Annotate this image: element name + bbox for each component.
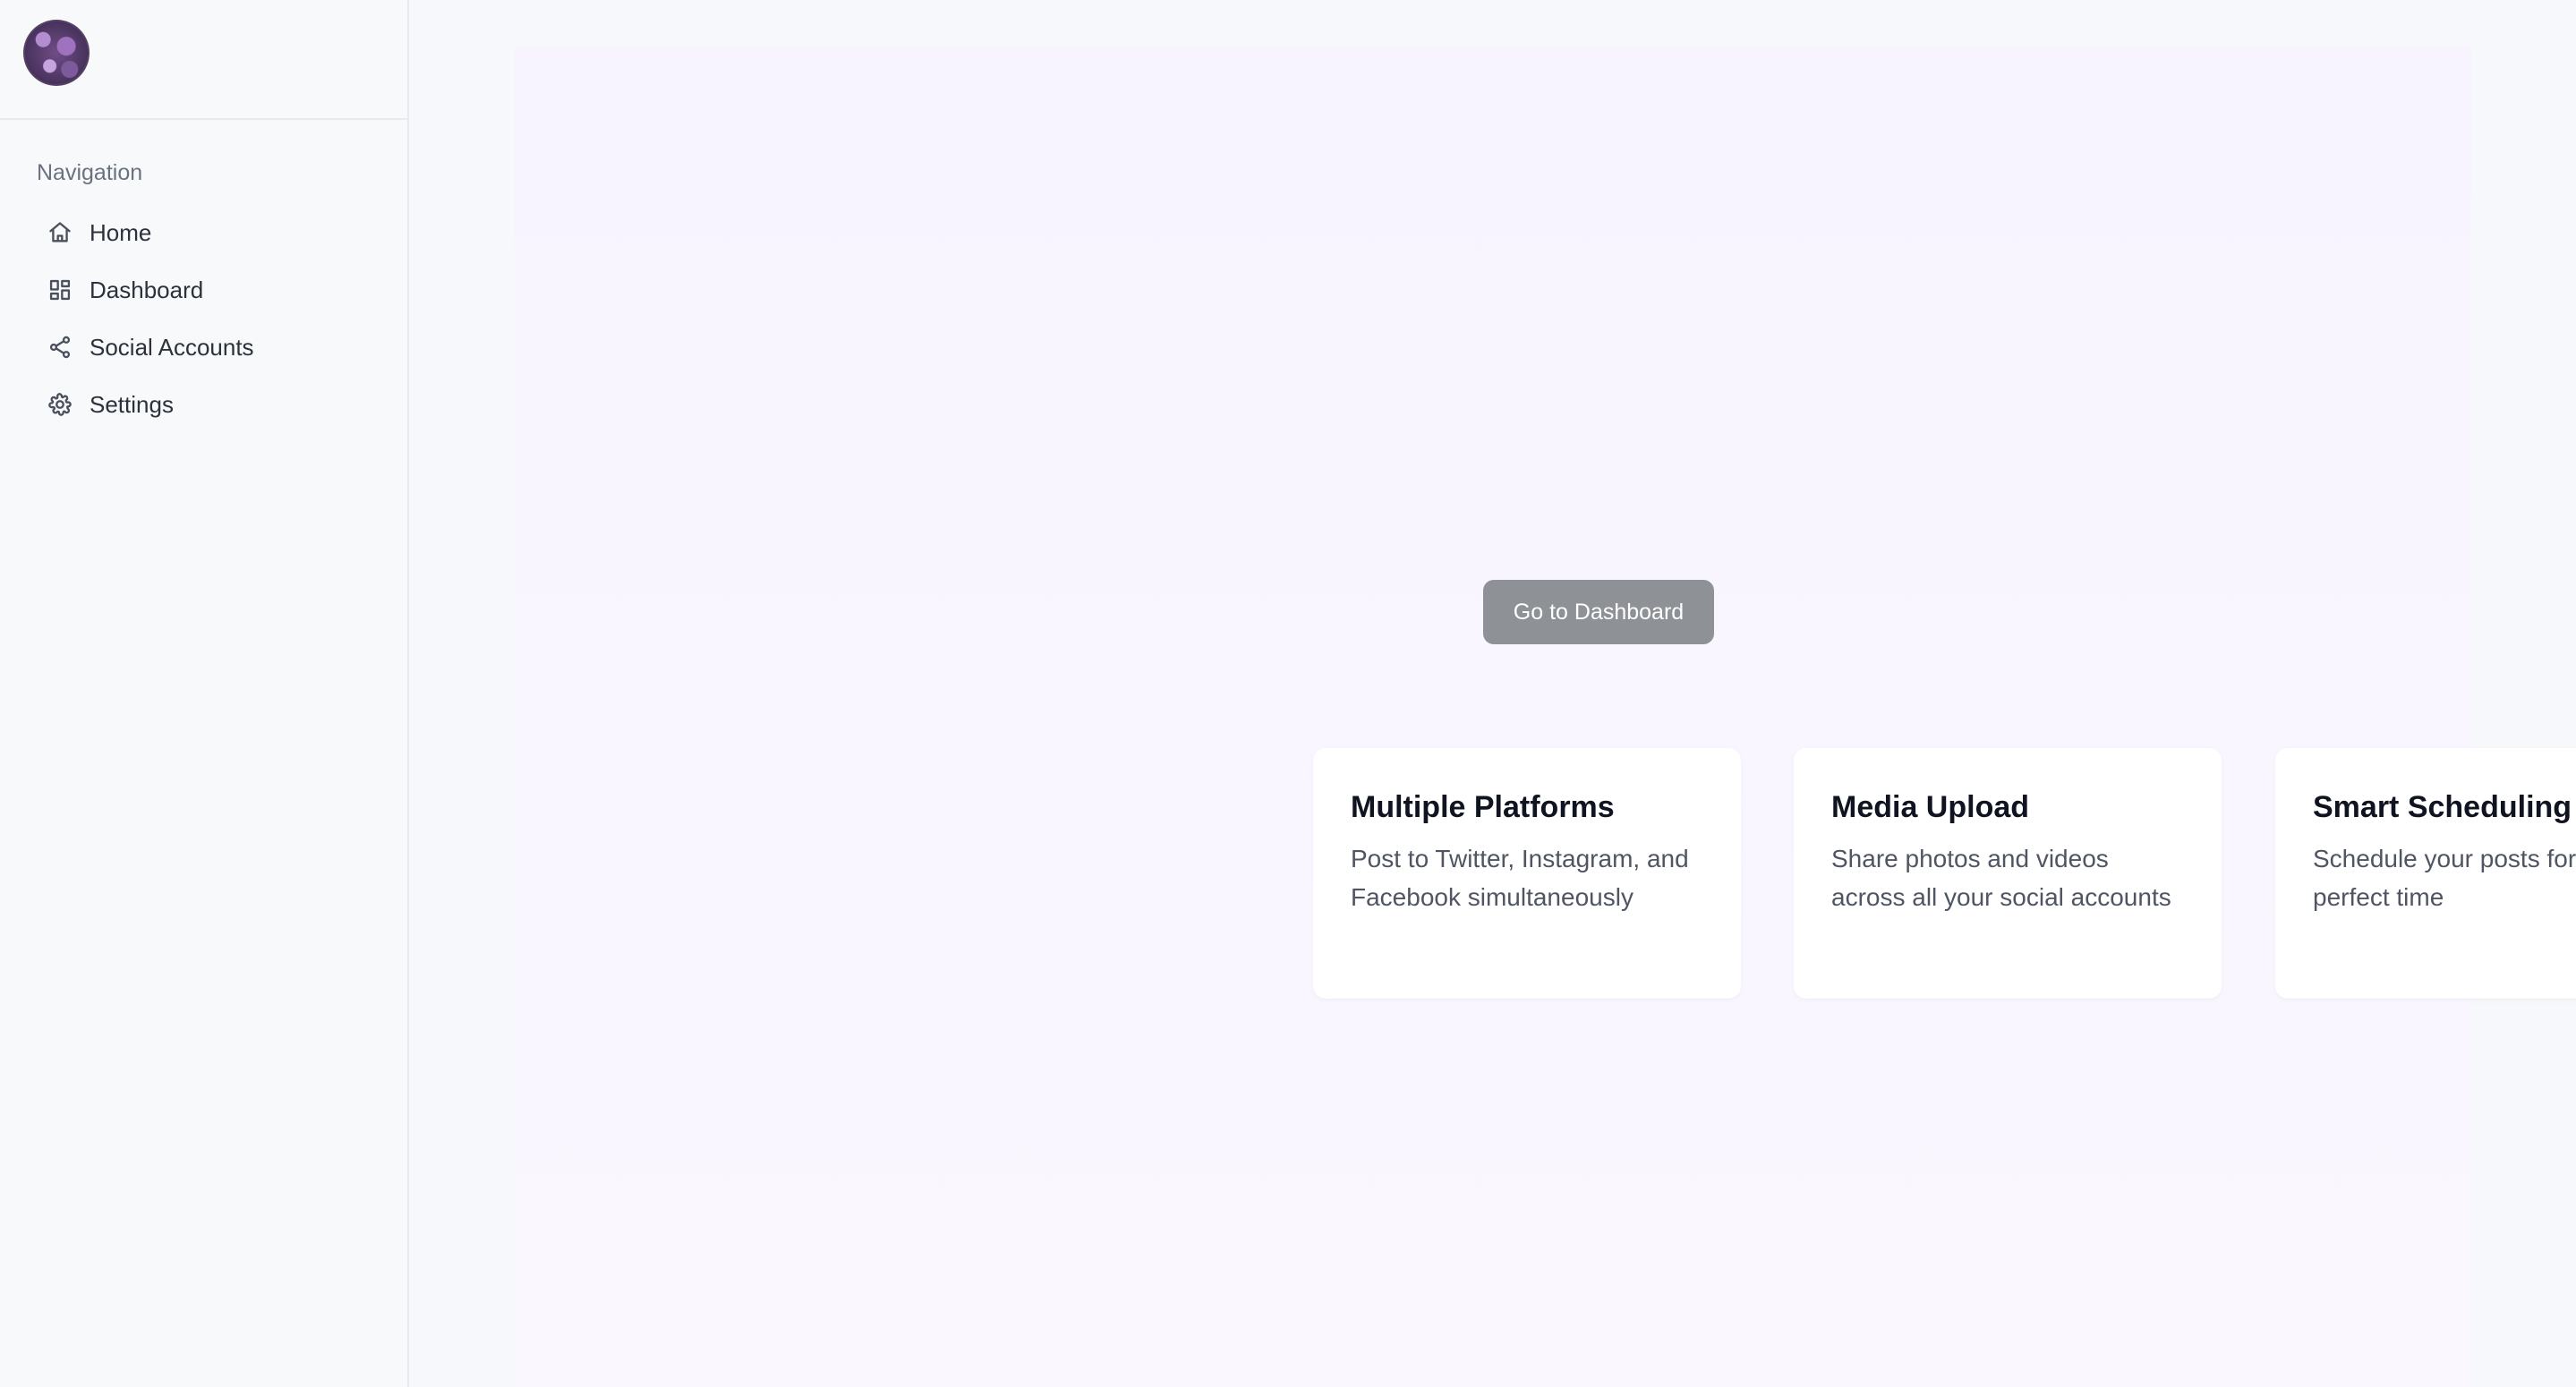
gear-icon xyxy=(47,391,73,418)
feature-description: Schedule your posts for the perfect time xyxy=(2313,845,2576,911)
sidebar-item-label: Home xyxy=(90,218,152,246)
main-content: Go to Dashboard Multiple Platforms Post … xyxy=(409,0,2576,1387)
cta-wrapper: Go to Dashboard xyxy=(1483,580,1714,644)
sidebar-item-dashboard[interactable]: Dashboard xyxy=(47,261,387,319)
sidebar-item-label: Dashboard xyxy=(90,276,204,303)
feature-title: Smart Scheduling xyxy=(2313,790,2572,824)
sidebar-item-social-accounts[interactable]: Social Accounts xyxy=(47,319,387,376)
feature-card-media-upload: Media Upload Share photos and videos acr… xyxy=(1794,748,2222,999)
home-icon xyxy=(47,219,73,246)
feature-cards: Multiple Platforms Post to Twitter, Inst… xyxy=(1313,748,2576,999)
feature-description: Share photos and videos across all your … xyxy=(1831,845,2171,911)
avatar[interactable] xyxy=(23,20,90,86)
sidebar: Navigation Home Dashboard Social Account… xyxy=(0,0,409,1387)
sidebar-header xyxy=(0,0,407,120)
feature-title: Media Upload xyxy=(1831,790,2030,824)
sidebar-item-home[interactable]: Home xyxy=(47,204,387,261)
feature-card-multiple-platforms: Multiple Platforms Post to Twitter, Inst… xyxy=(1313,748,1741,999)
hero-section: Go to Dashboard Multiple Platforms Post … xyxy=(515,47,2576,1387)
go-to-dashboard-button[interactable]: Go to Dashboard xyxy=(1483,580,1714,644)
sidebar-item-label: Social Accounts xyxy=(90,333,254,361)
sidebar-item-settings[interactable]: Settings xyxy=(47,376,387,433)
dashboard-icon xyxy=(47,277,73,303)
nav-list: Home Dashboard Social Accounts Settings xyxy=(47,204,387,433)
navigation-title: Navigation xyxy=(37,160,143,185)
feature-description: Post to Twitter, Instagram, and Facebook… xyxy=(1351,845,1689,911)
share-icon xyxy=(47,334,73,361)
feature-title: Multiple Platforms xyxy=(1351,790,1615,824)
sidebar-item-label: Settings xyxy=(90,390,174,418)
feature-card-smart-scheduling: Smart Scheduling Schedule your posts for… xyxy=(2275,748,2576,999)
